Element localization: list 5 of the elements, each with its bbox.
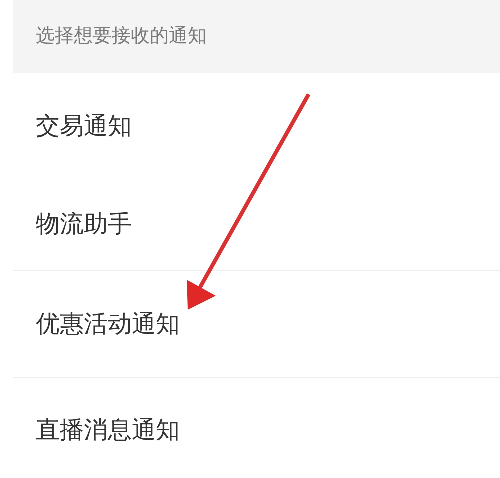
notification-option[interactable]: 物流助手	[36, 206, 132, 242]
section-title: 选择想要接收的通知	[36, 24, 207, 50]
notification-option[interactable]: 优惠活动通知	[36, 306, 180, 342]
notification-option[interactable]: 直播消息通知	[36, 412, 180, 448]
notification-option[interactable]: 交易通知	[36, 108, 132, 144]
